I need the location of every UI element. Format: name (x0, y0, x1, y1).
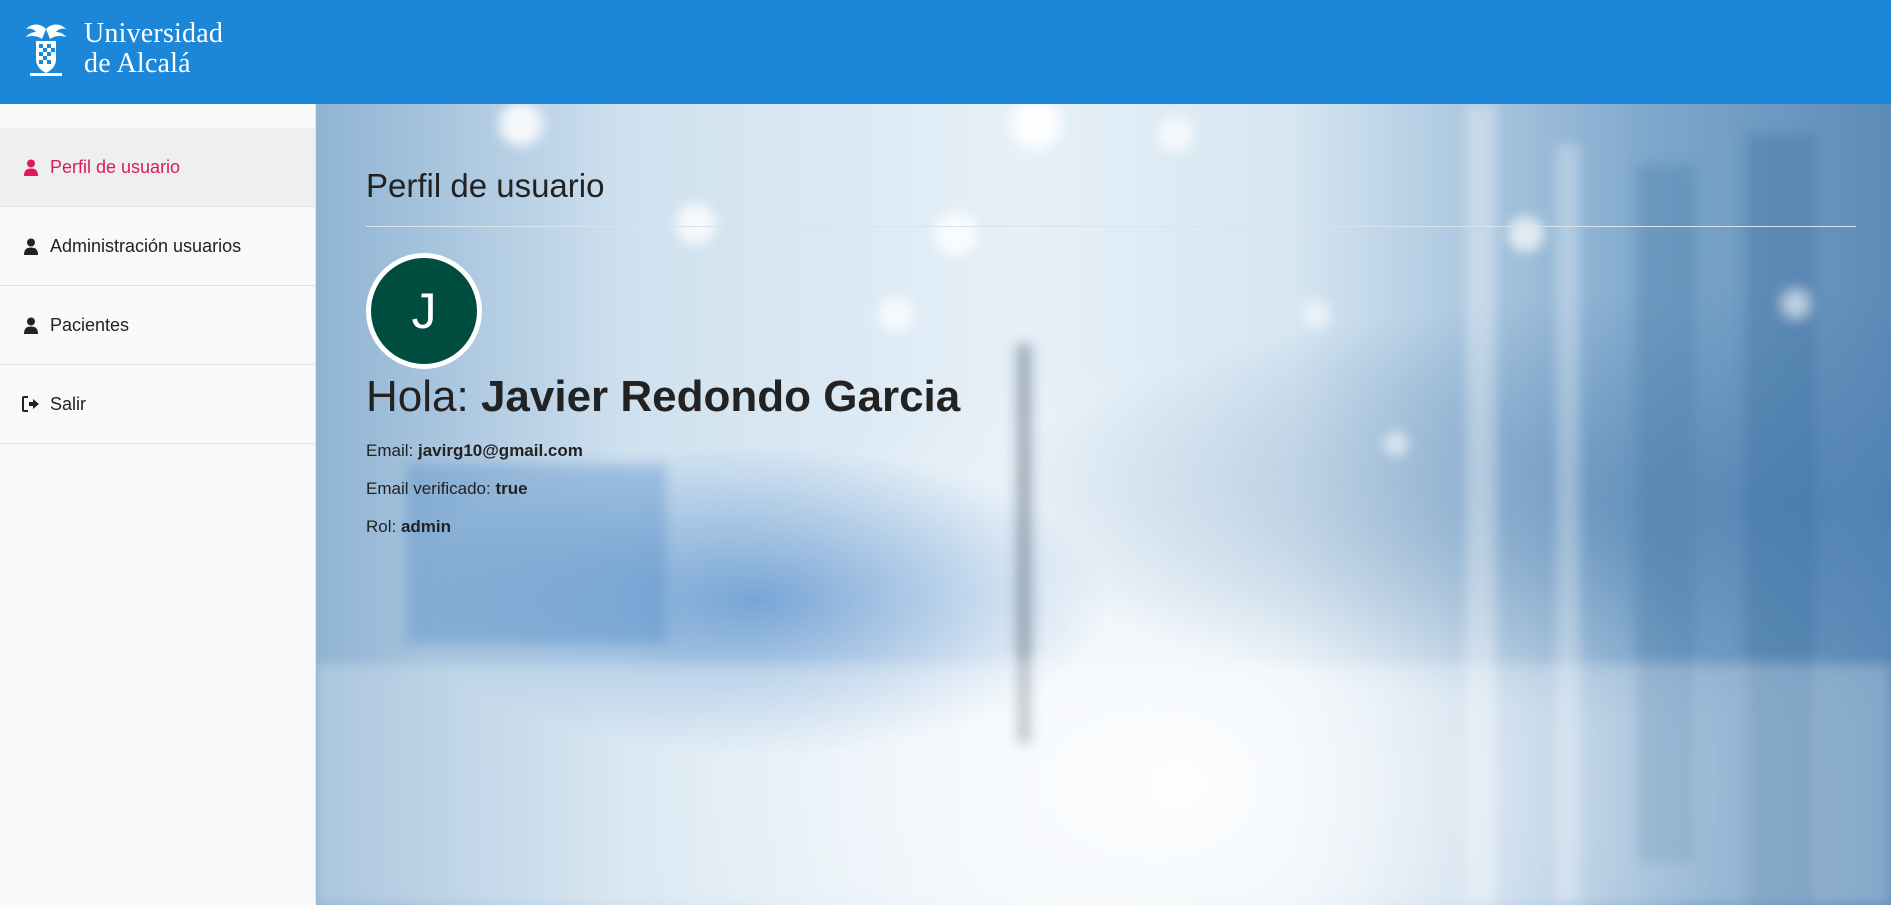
sidebar-item-perfil[interactable]: Perfil de usuario (0, 128, 315, 207)
logo-line-1: Universidad (84, 18, 224, 49)
verified-row: Email verificado: true (366, 479, 1856, 499)
verified-value: true (495, 479, 528, 498)
top-header: Universidad de Alcalá (0, 0, 1891, 104)
logo-line-2: de Alcalá (84, 48, 191, 79)
sign-out-icon (22, 395, 40, 413)
page-title: Perfil de usuario (366, 167, 605, 204)
role-row: Rol: admin (366, 517, 1856, 537)
university-logo[interactable]: Universidad de Alcalá (20, 18, 223, 80)
greeting: Hola: Javier Redondo Garcia (366, 371, 1856, 423)
verified-label: Email verificado: (366, 479, 496, 498)
email-row: Email: javirg10@gmail.com (366, 441, 1856, 461)
user-icon (22, 316, 40, 334)
sidebar-item-pacientes[interactable]: Pacientes (0, 286, 315, 365)
user-icon (22, 158, 40, 176)
avatar: J (366, 253, 482, 369)
user-icon (22, 237, 40, 255)
role-label: Rol: (366, 517, 401, 536)
sidebar: Perfil de usuario Administración usuario… (0, 104, 316, 905)
main-content: Perfil de usuario J Hola: Javier Redondo… (316, 104, 1891, 905)
avatar-letter: J (411, 283, 437, 339)
user-name: Javier Redondo Garcia (480, 372, 961, 421)
sidebar-item-label: Salir (50, 393, 87, 414)
profile-panel: Perfil de usuario J Hola: Javier Redondo… (366, 164, 1856, 537)
greeting-prefix: Hola: (366, 372, 481, 421)
logo-text: Universidad de Alcalá (84, 19, 223, 79)
sidebar-item-administracion[interactable]: Administración usuarios (0, 207, 315, 286)
sidebar-item-label: Pacientes (50, 314, 130, 335)
sidebar-item-salir[interactable]: Salir (0, 365, 315, 444)
email-value: javirg10@gmail.com (417, 441, 583, 460)
sidebar-item-label: Perfil de usuario (50, 156, 181, 177)
email-label: Email: (366, 441, 418, 460)
title-divider (366, 226, 1856, 227)
role-value: admin (400, 517, 452, 536)
sidebar-item-label: Administración usuarios (50, 235, 242, 256)
university-crest-icon (26, 24, 66, 76)
